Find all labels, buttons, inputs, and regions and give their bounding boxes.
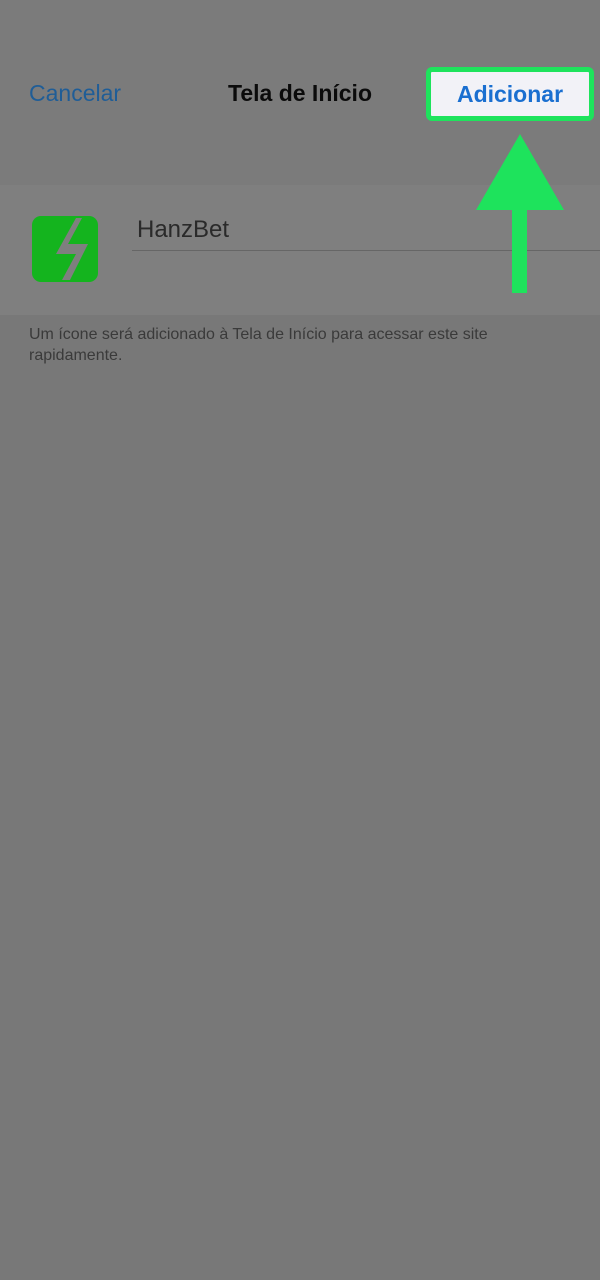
description-text: Um ícone será adicionado à Tela de Iníci…	[29, 326, 488, 364]
web-clip-form	[0, 185, 600, 315]
lightning-bolt-icon-graphic	[56, 218, 88, 280]
lightning-bolt-icon	[32, 216, 98, 282]
navigation-bar: Cancelar Tela de Início Adicionar	[0, 0, 600, 185]
cancel-button[interactable]: Cancelar	[29, 80, 121, 107]
add-to-home-screen-sheet: Cancelar Tela de Início Adicionar Um íco…	[0, 0, 600, 1280]
add-button[interactable]: Adicionar	[426, 67, 594, 121]
app-name-input[interactable]	[132, 209, 600, 251]
